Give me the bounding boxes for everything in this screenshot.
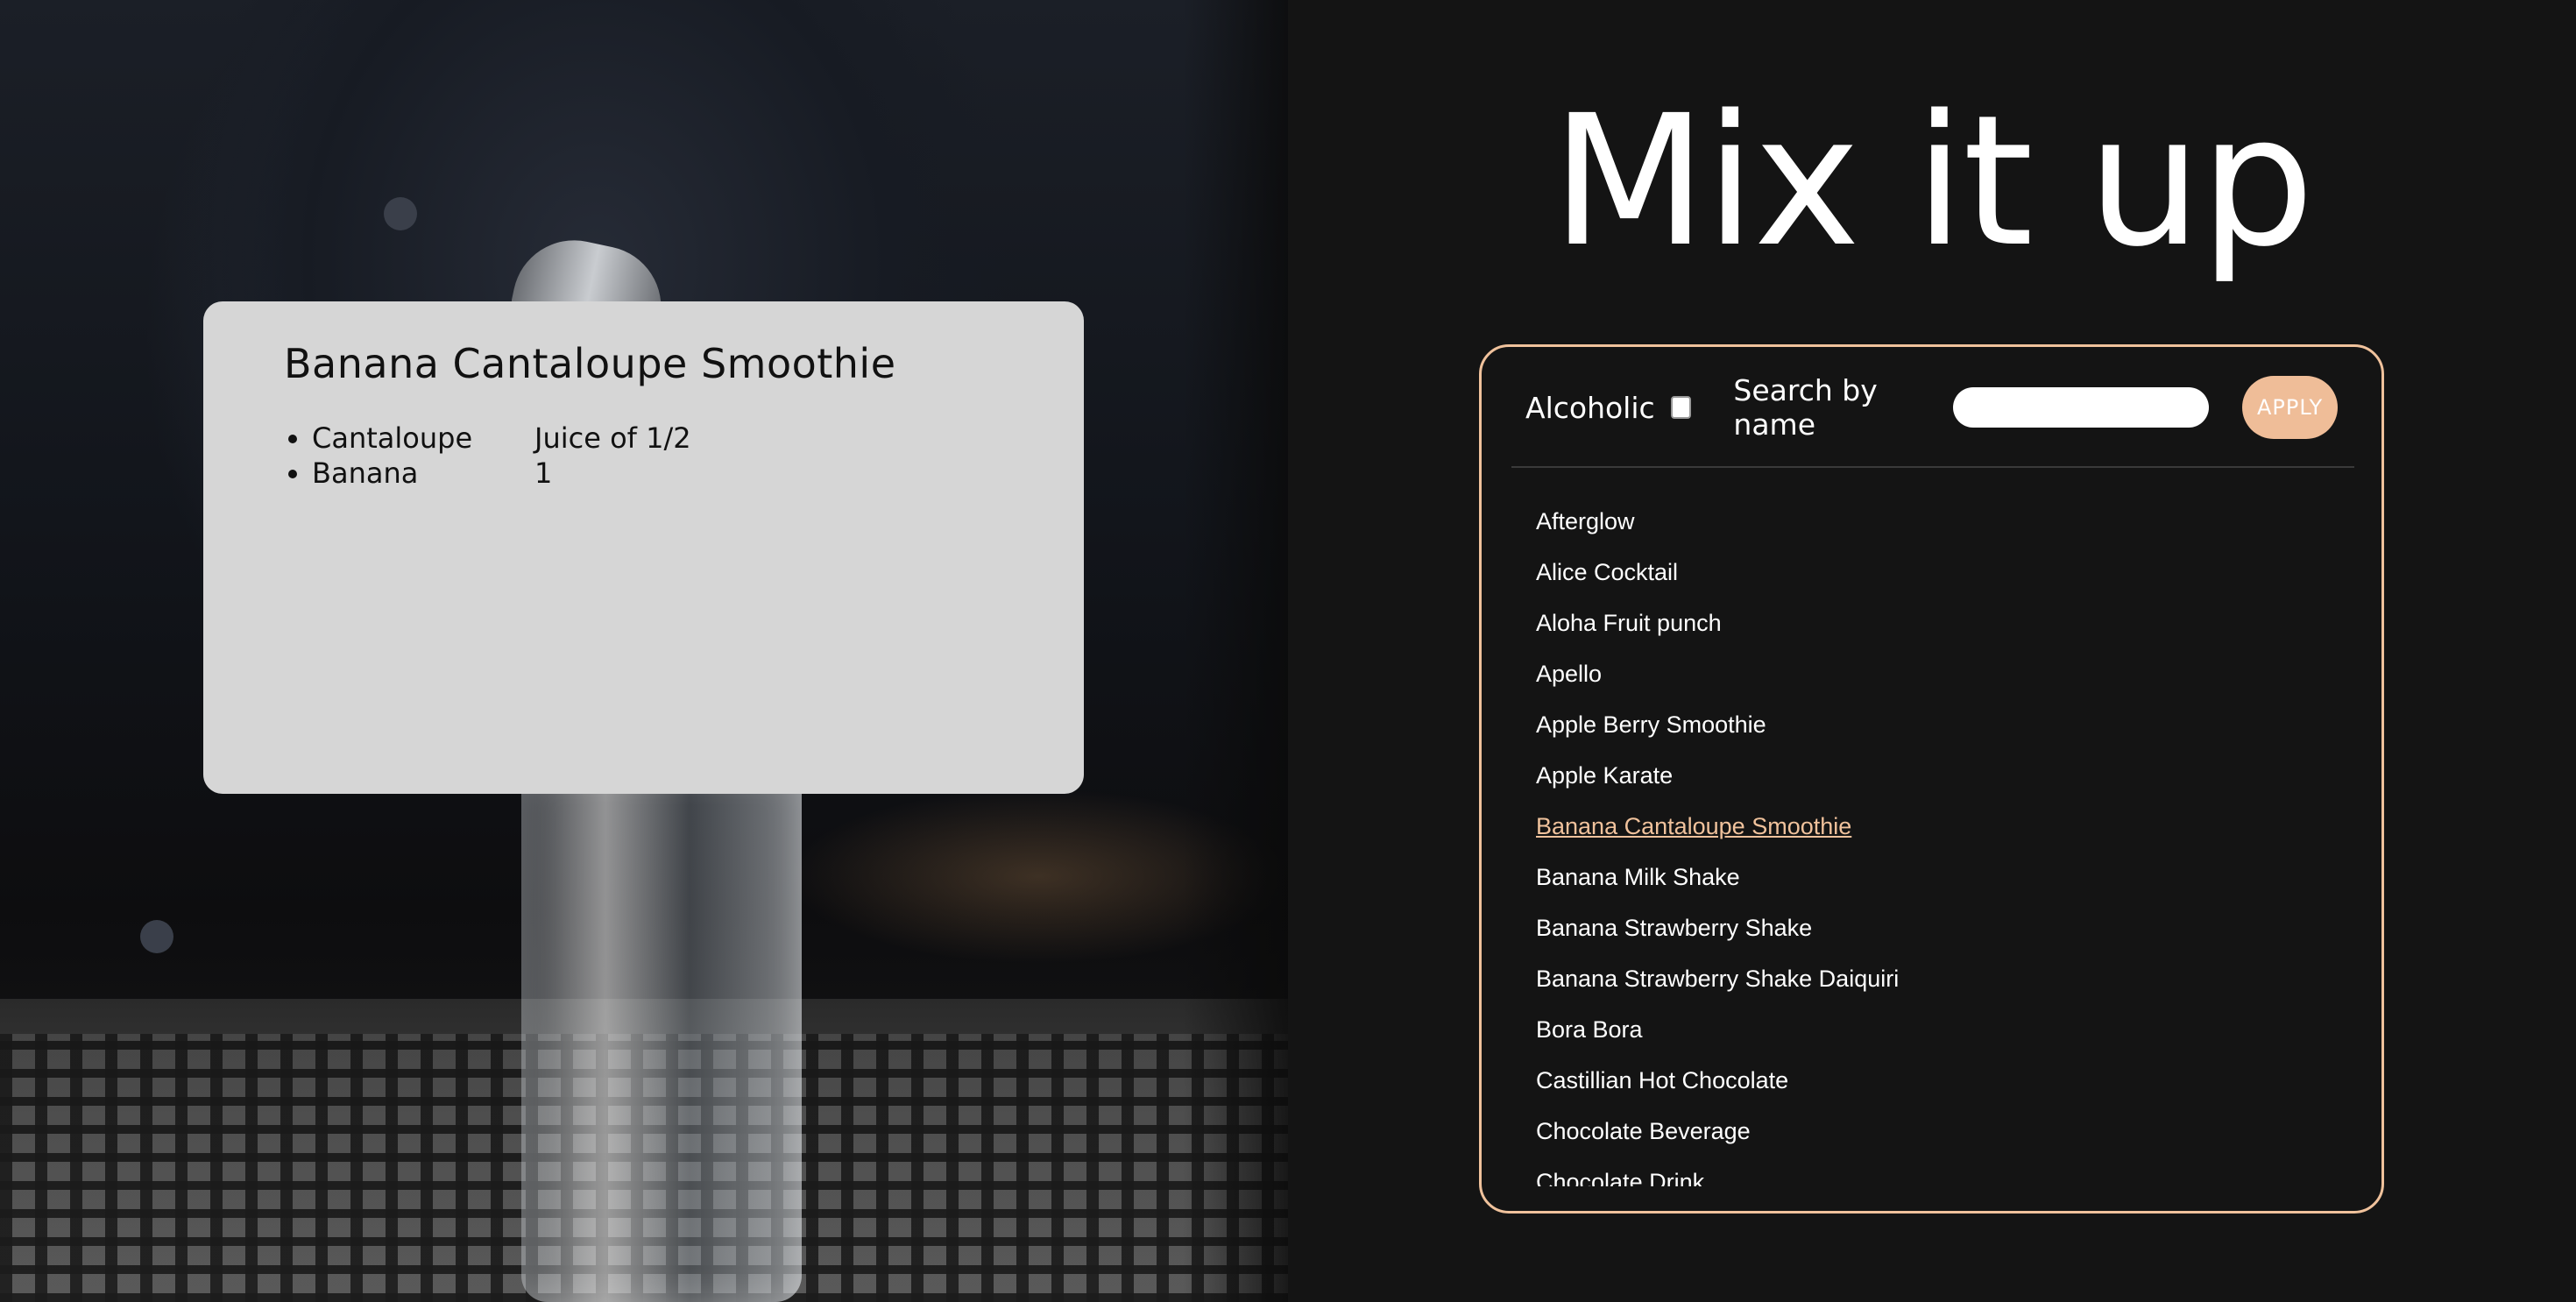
drink-list[interactable]: Afterglow Alice Cocktail Aloha Fruit pun… <box>1536 496 2346 1186</box>
drink-item[interactable]: Chocolate Beverage <box>1536 1106 2346 1157</box>
ingredient-list: Cantaloupe Juice of 1/2 Banana 1 <box>284 421 1003 491</box>
drink-item[interactable]: Banana Strawberry Shake Daiquiri <box>1536 953 2346 1004</box>
drink-item[interactable]: Apple Karate <box>1536 750 2346 801</box>
drink-item[interactable]: Apello <box>1536 648 2346 699</box>
filter-bar: Alcoholic Search by name APPLY <box>1482 347 2381 468</box>
recipe-title: Banana Cantaloupe Smoothie <box>284 340 896 387</box>
alcoholic-label: Alcoholic <box>1525 390 1655 425</box>
ingredient-measure: 1 <box>534 456 553 490</box>
drink-item[interactable]: Chocolate Drink <box>1536 1157 2346 1186</box>
ingredient-item: Banana 1 <box>312 456 1003 491</box>
ingredient-name: Banana <box>312 456 419 490</box>
apply-button[interactable]: APPLY <box>2242 376 2338 439</box>
drink-item[interactable]: Banana Milk Shake <box>1536 852 2346 902</box>
ingredient-measure: Juice of 1/2 <box>534 421 691 455</box>
divider <box>1511 466 2354 468</box>
highball-glass <box>521 771 802 1302</box>
drink-item[interactable]: Alice Cocktail <box>1536 547 2346 598</box>
alcoholic-checkbox[interactable] <box>1670 396 1692 419</box>
drink-item[interactable]: Afterglow <box>1536 496 2346 547</box>
photo-shade <box>1183 0 1288 1302</box>
ingredient-name: Cantaloupe <box>312 421 473 455</box>
page-title: Mix it up <box>1551 76 2314 287</box>
drink-item[interactable]: Aloha Fruit punch <box>1536 598 2346 648</box>
search-label: Search by name <box>1733 373 1878 442</box>
search-input[interactable] <box>1953 387 2210 428</box>
drink-item-selected[interactable]: Banana Cantaloupe Smoothie <box>1536 801 2346 852</box>
drink-browser: Alcoholic Search by name APPLY Afterglow… <box>1479 344 2384 1214</box>
shirt-button <box>384 197 417 230</box>
drink-item[interactable]: Banana Strawberry Shake <box>1536 902 2346 953</box>
ingredient-item: Cantaloupe Juice of 1/2 <box>312 421 1003 456</box>
drink-item[interactable]: Castillian Hot Chocolate <box>1536 1055 2346 1106</box>
recipe-card: Banana Cantaloupe Smoothie Cantaloupe Jui… <box>203 301 1084 794</box>
drink-item[interactable]: Bora Bora <box>1536 1004 2346 1055</box>
shirt-button <box>140 920 173 953</box>
drink-item[interactable]: Apple Berry Smoothie <box>1536 699 2346 750</box>
